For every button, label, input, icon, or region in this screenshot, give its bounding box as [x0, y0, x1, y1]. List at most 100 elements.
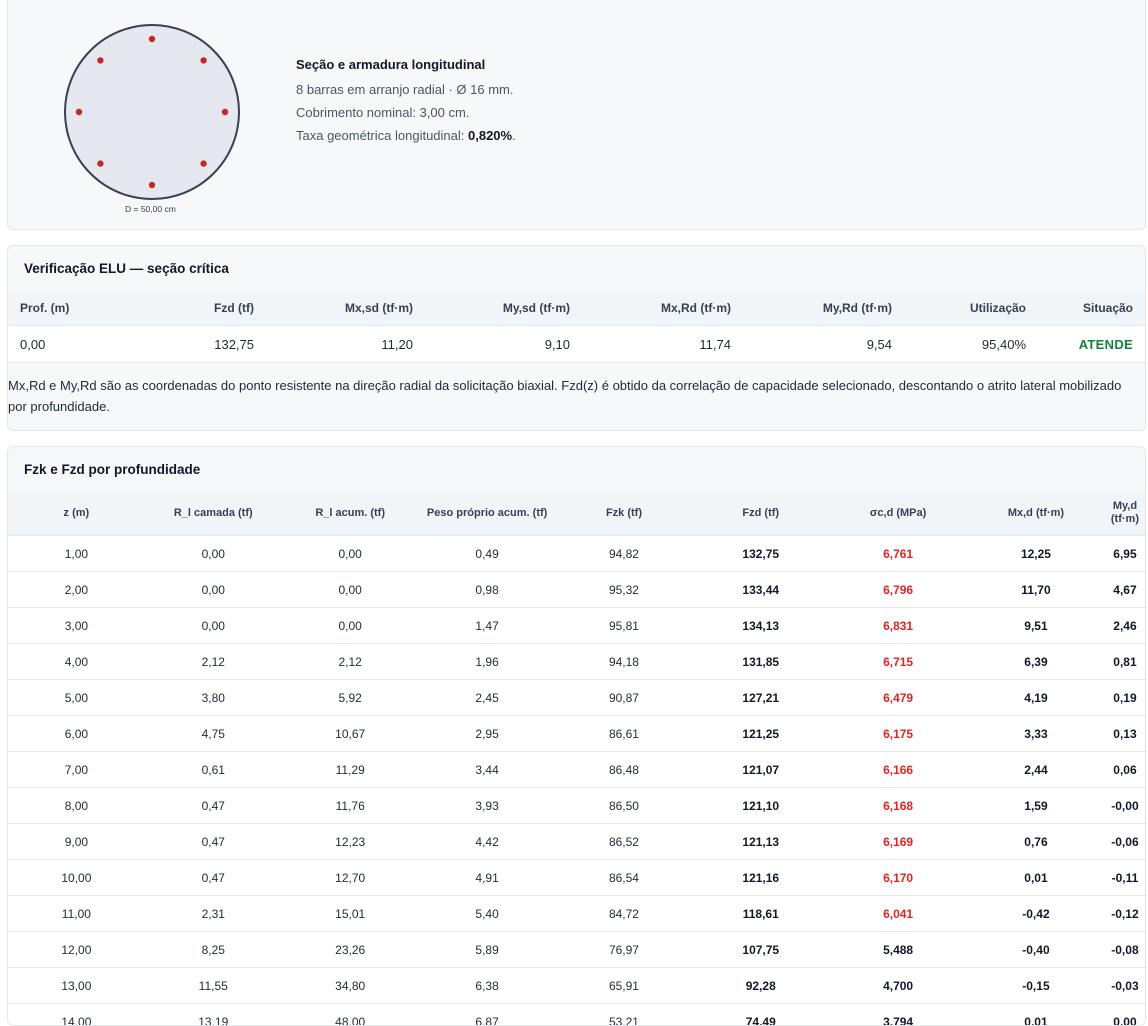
fz-cell-fzd: 121,10 [692, 788, 829, 824]
fz-cell-myd: 0,13 [1105, 716, 1145, 752]
diameter-label: D = 50,00 cm [125, 204, 176, 214]
fz-table: z (m) R_l camada (tf) R_l acum. (tf) Pes… [8, 491, 1145, 1026]
fz-cell-mxd: 0,01 [967, 860, 1105, 896]
ratio-prefix: Taxa geométrica longitudinal: [296, 128, 468, 143]
fz-cell-myd: -0,11 [1105, 860, 1145, 896]
elu-row: 0,00 132,75 11,20 9,10 11,74 9,54 95,40%… [8, 326, 1145, 363]
fz-header-fzd: Fzd (tf) [692, 491, 829, 536]
ratio-suffix: . [512, 128, 516, 143]
fz-cell-sigma: 6,041 [829, 896, 967, 932]
fz-cell-z: 11,00 [8, 896, 145, 932]
fz-cell-self-weight: 6,38 [419, 968, 556, 1004]
table-row: 7,000,6111,293,4486,48121,076,1662,440,0… [8, 752, 1145, 788]
elu-title: Verificação ELU — seção crítica [24, 261, 229, 276]
fz-cell-rl-layer: 0,00 [145, 572, 282, 608]
fz-header-z: z (m) [8, 491, 145, 536]
fz-cell-myd: 0,81 [1105, 644, 1145, 680]
rebar-5 [149, 182, 155, 188]
fz-cell-mxd: 11,70 [967, 572, 1105, 608]
elu-card: Verificação ELU — seção crítica Prof. (m… [7, 245, 1146, 431]
fz-cell-fzd: 74,49 [692, 1004, 829, 1026]
fz-cell-myd: 6,95 [1105, 536, 1145, 572]
fz-cell-fzk: 94,82 [556, 536, 693, 572]
fz-title: Fzk e Fzd por profundidade [24, 462, 200, 477]
fz-cell-sigma: 6,170 [829, 860, 967, 896]
fz-cell-sigma: 3,794 [829, 1004, 967, 1026]
fz-cell-self-weight: 4,91 [419, 860, 556, 896]
fz-cell-fzd: 121,13 [692, 824, 829, 860]
fz-cell-z: 2,00 [8, 572, 145, 608]
elu-header-row: Prof. (m) Fzd (tf) Mx,sd (tf·m) My,sd (t… [8, 290, 1145, 326]
section-info: Seção e armadura longitudinal 8 barras e… [296, 57, 516, 151]
fz-cell-rl-layer: 0,61 [145, 752, 282, 788]
fz-cell-rl-layer: 8,25 [145, 932, 282, 968]
fz-cell-sigma: 4,700 [829, 968, 967, 1004]
fz-cell-fzk: 94,18 [556, 644, 693, 680]
rebar-4 [200, 160, 206, 166]
elu-header-utilization: Utilização [904, 290, 1038, 326]
fz-cell-fzk: 86,50 [556, 788, 693, 824]
table-row: 1,000,000,000,4994,82132,756,76112,256,9… [8, 536, 1145, 572]
table-row: 2,000,000,000,9895,32133,446,79611,704,6… [8, 572, 1145, 608]
fz-cell-self-weight: 0,98 [419, 572, 556, 608]
fz-cell-rl-acc: 5,92 [282, 680, 419, 716]
fz-cell-self-weight: 1,47 [419, 608, 556, 644]
fz-cell-fzd: 121,07 [692, 752, 829, 788]
elu-mxsd: 11,20 [266, 326, 425, 363]
fz-cell-rl-acc: 0,00 [282, 608, 419, 644]
fz-cell-sigma: 6,715 [829, 644, 967, 680]
fz-cell-mxd: 6,39 [967, 644, 1105, 680]
fz-cell-self-weight: 2,45 [419, 680, 556, 716]
fz-cell-fzk: 86,48 [556, 752, 693, 788]
elu-table: Prof. (m) Fzd (tf) Mx,sd (tf·m) My,sd (t… [8, 290, 1145, 363]
fz-cell-rl-layer: 0,47 [145, 788, 282, 824]
fz-cell-myd: -0,06 [1105, 824, 1145, 860]
fz-cell-sigma: 6,796 [829, 572, 967, 608]
fz-header-mxd: Mx,d (tf·m) [967, 491, 1105, 536]
fz-cell-fzk: 76,97 [556, 932, 693, 968]
elu-note: Mx,Rd e My,Rd são as coordenadas do pont… [8, 375, 1143, 417]
fz-cell-z: 13,00 [8, 968, 145, 1004]
fz-cell-z: 10,00 [8, 860, 145, 896]
ratio-description: Taxa geométrica longitudinal: 0,820%. [296, 128, 516, 143]
fz-cell-z: 8,00 [8, 788, 145, 824]
fz-cell-z: 5,00 [8, 680, 145, 716]
rebar-1 [149, 36, 155, 42]
fz-cell-fzd: 107,75 [692, 932, 829, 968]
fz-cell-fzd: 132,75 [692, 536, 829, 572]
fz-cell-myd: -0,03 [1105, 968, 1145, 1004]
fz-cell-myd: 0,06 [1105, 752, 1145, 788]
fz-cell-sigma: 6,169 [829, 824, 967, 860]
fz-cell-z: 3,00 [8, 608, 145, 644]
table-row: 12,008,2523,265,8976,97107,755,488-0,40-… [8, 932, 1145, 968]
fz-cell-mxd: 4,19 [967, 680, 1105, 716]
table-row: 13,0011,5534,806,3865,9192,284,700-0,15-… [8, 968, 1145, 1004]
fz-cell-z: 4,00 [8, 644, 145, 680]
table-row: 3,000,000,001,4795,81134,136,8319,512,46 [8, 608, 1145, 644]
fz-cell-myd: 2,46 [1105, 608, 1145, 644]
fz-cell-mxd: 0,76 [967, 824, 1105, 860]
fz-cell-myd: 0,19 [1105, 680, 1145, 716]
table-row: 6,004,7510,672,9586,61121,256,1753,330,1… [8, 716, 1145, 752]
fz-cell-rl-acc: 12,23 [282, 824, 419, 860]
fz-cell-mxd: 0,01 [967, 1004, 1105, 1026]
fz-cell-z: 9,00 [8, 824, 145, 860]
elu-header-mysd: My,sd (tf·m) [425, 290, 582, 326]
fz-cell-self-weight: 3,93 [419, 788, 556, 824]
fz-cell-rl-acc: 0,00 [282, 536, 419, 572]
fz-cell-self-weight: 0,49 [419, 536, 556, 572]
fz-cell-rl-layer: 2,12 [145, 644, 282, 680]
fz-cell-fzk: 86,61 [556, 716, 693, 752]
elu-header-mxsd: Mx,sd (tf·m) [266, 290, 425, 326]
fz-header-rl-acc: R_l acum. (tf) [282, 491, 419, 536]
fz-cell-fzk: 84,72 [556, 896, 693, 932]
bars-description: 8 barras em arranjo radial · Ø 16 mm. [296, 82, 516, 97]
fz-cell-fzd: 134,13 [692, 608, 829, 644]
fz-cell-rl-layer: 11,55 [145, 968, 282, 1004]
fz-cell-fzk: 53,21 [556, 1004, 693, 1026]
fz-cell-mxd: 1,59 [967, 788, 1105, 824]
fz-cell-z: 1,00 [8, 536, 145, 572]
elu-mxrd: 11,74 [582, 326, 743, 363]
rebar-7 [76, 109, 82, 115]
fz-cell-fzd: 131,85 [692, 644, 829, 680]
